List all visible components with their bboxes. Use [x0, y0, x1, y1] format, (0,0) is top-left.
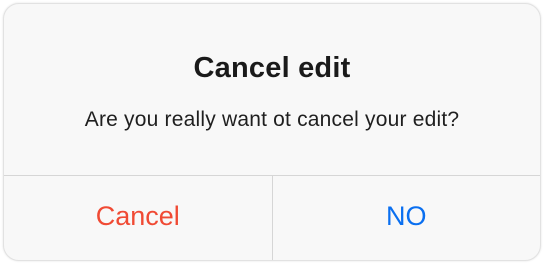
- alert-title: Cancel edit: [193, 52, 351, 84]
- no-button[interactable]: NO: [273, 176, 541, 260]
- alert-content: Cancel edit Are you really want ot cance…: [4, 4, 540, 174]
- alert-dialog: Cancel edit Are you really want ot cance…: [3, 3, 541, 261]
- alert-message: Are you really want ot cancel your edit?: [84, 108, 460, 131]
- alert-actions: Cancel NO: [4, 176, 540, 260]
- cancel-button[interactable]: Cancel: [4, 176, 272, 260]
